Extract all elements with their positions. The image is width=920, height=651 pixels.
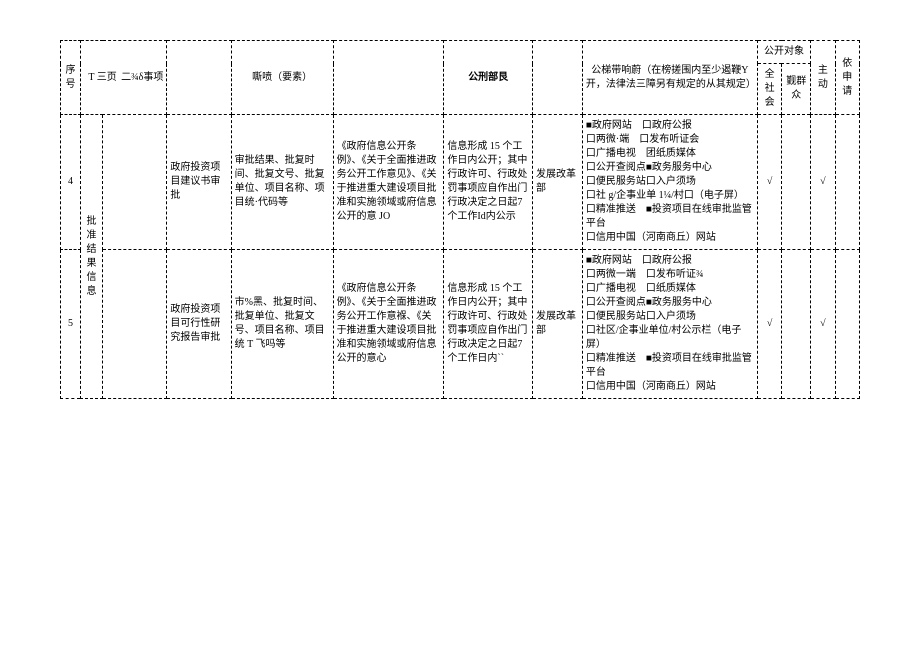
cell-deadline: 信息形成 15 个工作日内公开；其中行政许可、行政处罚事项应自作出门行政决定之日… [444, 115, 533, 250]
header-deadline: 公刑部艮 [444, 41, 533, 115]
header-subject [533, 41, 583, 115]
cell-subject: 发展改革部 [533, 115, 583, 250]
cell-t4 [835, 115, 859, 250]
header-seq: 序号 [61, 41, 81, 115]
header-category-group: T 三页 二¾δ事项 [80, 41, 166, 115]
cell-t1: √ [757, 250, 781, 399]
cell-content: 审批结果、批复时间、批复文号、批复单位、项目名称、项目统·代码等 [231, 115, 333, 250]
cell-deadline: 信息形成 15 个工作日内公开；其中行政许可、行政处罚事项应自作出门行政决定之日… [444, 250, 533, 399]
header-t3: 主动 [811, 41, 835, 115]
cell-seq: 5 [61, 250, 81, 399]
cell-basis: 《政府信息公开条例》、《关于全面推进政务公开工作意褓、《关于推进重大建设项目批准… [333, 250, 444, 399]
header-t1: 全社会 [757, 64, 781, 115]
disclosure-table: 序号 T 三页 二¾δ事项 嘶喷（要素） 公刑部艮 公梯带响蔚（在榜搓围内至少遏… [60, 40, 860, 399]
cell-channel: ■政府网站 口政府公报 口两微一端 口发布听证¾ 口广播电视 口纸质媒体 口公开… [582, 250, 757, 399]
cell-seq: 4 [61, 115, 81, 250]
cell-matter: 政府投资项目建议书审批 [167, 115, 231, 250]
cell-t3: √ [811, 250, 835, 399]
cell-channel: ■政府网站 口政府公报 口两微·端 口发布听证会 口广播电视 团纸质媒体 口公开… [582, 115, 757, 250]
table-body: 4 批准结果信息 政府投资项目建议书审批 审批结果、批复时间、批复文号、批复单位… [61, 115, 860, 399]
header-t2: 觐群众 [782, 64, 811, 115]
cell-t4 [835, 250, 859, 399]
cell-empty [103, 250, 167, 399]
header-basis [333, 41, 444, 115]
header-t4: 依申请 [835, 41, 859, 115]
cell-t2 [782, 115, 811, 250]
header-category-label: T 三页 [88, 72, 116, 83]
header-target-group: 公开对象 [757, 41, 810, 64]
header-empty [167, 41, 231, 115]
header-sub-matter: 二¾δ事项 [121, 71, 163, 85]
cell-content: 市%黑、批复时间、批复单位、批复文号、项目名称、项目统 T 飞吗等 [231, 250, 333, 399]
cell-matter: 政府投资项目可行性研究报告审批 [167, 250, 231, 399]
cell-basis: 《政府信息公开条例》、《关于全面推进政务公开工作意见》、《关于推进重大建设项目批… [333, 115, 444, 250]
cell-empty [103, 115, 167, 250]
table-header: 序号 T 三页 二¾δ事项 嘶喷（要素） 公刑部艮 公梯带响蔚（在榜搓围内至少遏… [61, 41, 860, 115]
cell-category: 批准结果信息 [80, 115, 102, 399]
cell-subject: 发展改革部 [533, 250, 583, 399]
header-channel: 公梯带响蔚（在榜搓围内至少遏鞭Y开，法律法三障另有规定的从其规定） [582, 41, 757, 115]
table-row: 4 批准结果信息 政府投资项目建议书审批 审批结果、批复时间、批复文号、批复单位… [61, 115, 860, 250]
cell-t1: √ [757, 115, 781, 250]
cell-t2 [782, 250, 811, 399]
cell-t3: √ [811, 115, 835, 250]
table-row: 5 政府投资项目可行性研究报告审批 市%黑、批复时间、批复单位、批复文号、项目名… [61, 250, 860, 399]
header-content: 嘶喷（要素） [231, 41, 333, 115]
